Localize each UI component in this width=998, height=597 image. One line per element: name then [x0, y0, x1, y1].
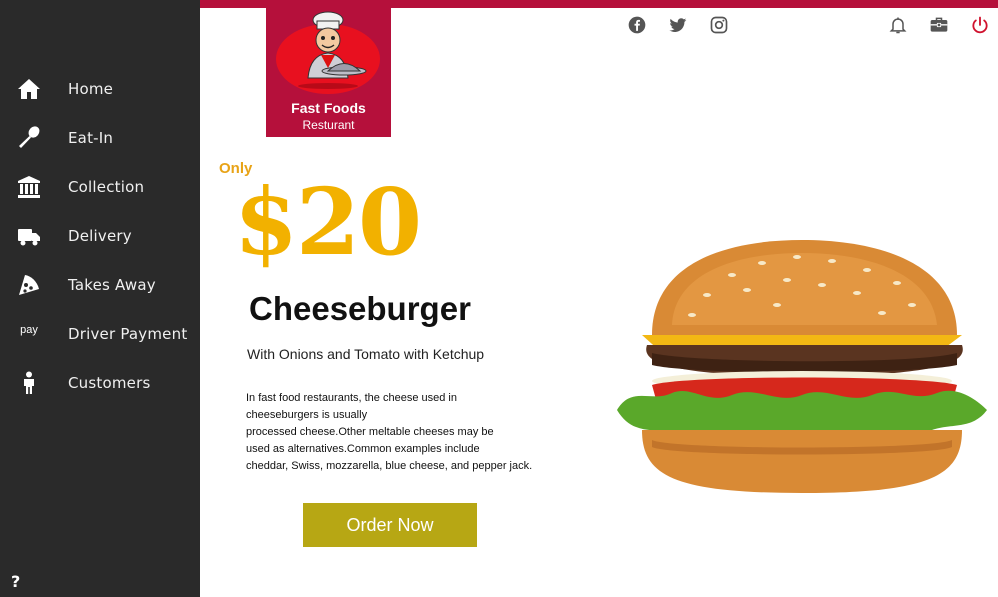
sidebar-item-collection[interactable]: Collection — [0, 162, 200, 211]
spoon-icon — [16, 125, 42, 151]
brand-name: Fast Foods — [291, 100, 366, 116]
sidebar-item-label: Collection — [68, 177, 145, 196]
top-accent-bar — [200, 0, 998, 8]
product-description: In fast food restaurants, the cheese use… — [246, 392, 533, 472]
sidebar-item-driver-payment[interactable]: pay Driver Payment — [0, 309, 200, 358]
product-title: Cheeseburger — [249, 290, 471, 327]
sidebar-item-customers[interactable]: Customers — [0, 358, 200, 407]
sidebar-nav: Home Eat-In Collection Delivery Takes Aw… — [0, 64, 200, 407]
sidebar-item-home[interactable]: Home — [0, 64, 200, 113]
sidebar-item-label: Driver Payment — [68, 324, 188, 343]
cheeseburger-image — [617, 240, 987, 493]
facebook-icon[interactable] — [627, 15, 647, 35]
sidebar-item-label: Eat-In — [68, 128, 114, 147]
sidebar-item-delivery[interactable]: Delivery — [0, 211, 200, 260]
promo-price: $20 — [234, 168, 422, 276]
sidebar-item-label: Takes Away — [68, 275, 156, 294]
bank-icon — [16, 174, 42, 200]
social-links — [627, 15, 729, 35]
sidebar-item-label: Home — [68, 79, 114, 98]
truck-icon — [16, 223, 42, 249]
order-now-button[interactable]: Order Now — [303, 503, 477, 547]
product-subtitle: With Onions and Tomato with Ketchup — [247, 346, 485, 362]
brand-logo[interactable]: Fast Foods Resturant — [266, 8, 391, 137]
brand-subtitle: Resturant — [302, 118, 355, 132]
sidebar: Home Eat-In Collection Delivery Takes Aw… — [0, 0, 200, 597]
help-button[interactable]: ? — [11, 572, 20, 591]
amazon-pay-icon: pay — [16, 321, 42, 347]
pay-text: pay — [20, 323, 38, 336]
instagram-icon[interactable] — [709, 15, 729, 35]
chef-mascot-icon — [276, 11, 380, 94]
home-icon — [16, 76, 42, 102]
twitter-icon[interactable] — [668, 15, 688, 35]
sidebar-item-label: Delivery — [68, 226, 132, 245]
sidebar-item-takes-away[interactable]: Takes Away — [0, 260, 200, 309]
header-actions — [888, 15, 990, 35]
power-icon[interactable] — [970, 15, 990, 35]
person-icon — [16, 370, 42, 396]
bell-icon[interactable] — [888, 15, 908, 35]
sidebar-item-eat-in[interactable]: Eat-In — [0, 113, 200, 162]
toolbox-icon[interactable] — [929, 15, 949, 35]
pizza-icon — [16, 272, 42, 298]
sidebar-item-label: Customers — [68, 373, 151, 392]
